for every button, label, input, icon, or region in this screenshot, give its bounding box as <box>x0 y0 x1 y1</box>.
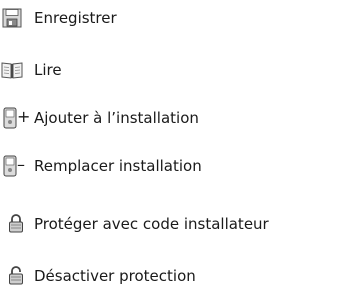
open-book-icon <box>1 60 23 84</box>
menu-item-label: Enregistrer <box>34 9 117 27</box>
menu-item-disable-protection[interactable]: Désactiver protection <box>0 262 342 290</box>
device-remove-icon <box>3 155 17 181</box>
device-add-icon <box>3 107 17 133</box>
menu-item-label: Ajouter à l’installation <box>34 109 199 127</box>
padlock-locked-icon <box>8 213 24 237</box>
menu-item-protect-with-installer-code[interactable]: Protéger avec code installateur <box>0 210 342 238</box>
menu-item-label: Protéger avec code installateur <box>34 215 269 233</box>
menu-item-replace-installation[interactable]: – Remplacer installation <box>0 152 342 180</box>
menu-item-label: Lire <box>34 61 62 79</box>
plus-symbol: + <box>17 107 31 126</box>
menu-item-add-to-installation[interactable]: + Ajouter à l’installation <box>0 104 342 132</box>
menu-item-save[interactable]: Enregistrer <box>0 4 342 32</box>
menu-item-label: Désactiver protection <box>34 267 196 285</box>
padlock-unlocked-icon <box>8 265 24 289</box>
context-menu: Enregistrer Lire + Ajouter à l’installat… <box>0 0 342 298</box>
floppy-disk-icon <box>2 8 22 32</box>
minus-symbol: – <box>17 155 25 174</box>
menu-item-label: Remplacer installation <box>34 157 202 175</box>
menu-item-read[interactable]: Lire <box>0 56 342 84</box>
